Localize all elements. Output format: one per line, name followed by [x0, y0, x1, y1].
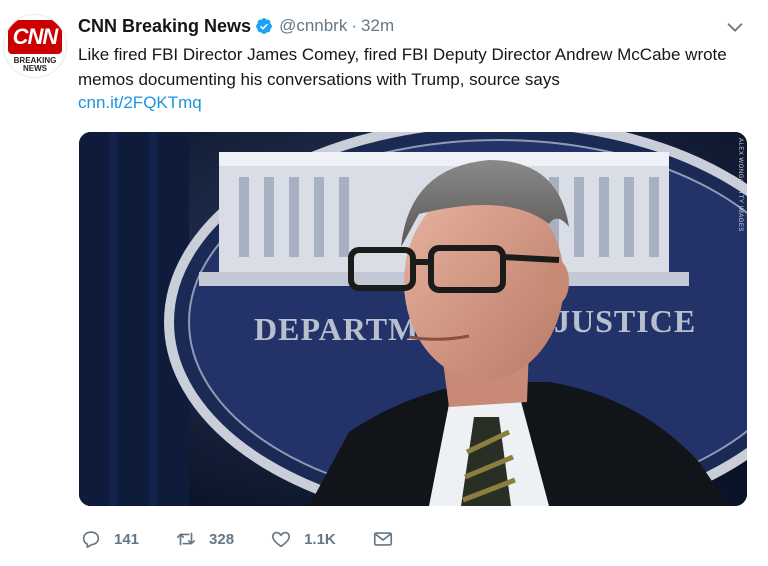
tweet-link[interactable]: cnn.it/2FQKTmq: [78, 93, 202, 113]
avatar[interactable]: CNN BREAKING NEWS: [3, 14, 67, 78]
avatar-caption-line2: NEWS: [23, 64, 47, 73]
retweet-icon: [176, 532, 196, 546]
like-count: 1.1K: [304, 530, 336, 548]
seal-text-right: JUSTICE: [554, 303, 696, 339]
separator-dot: ·: [351, 16, 358, 35]
chevron-down-icon[interactable]: [724, 16, 746, 38]
author-handle[interactable]: @cnnbrk: [279, 16, 347, 36]
direct-message-button[interactable]: [372, 528, 394, 550]
tweet-timestamp[interactable]: 32m: [361, 16, 394, 36]
heart-icon: [272, 531, 291, 548]
tweet-text: Like fired FBI Director James Comey, fir…: [78, 45, 727, 89]
like-button[interactable]: 1.1K: [270, 528, 336, 550]
tweet-actions: 141 328 1.1K: [80, 526, 430, 552]
tweet-media-photo[interactable]: DEPARTM JUSTICE ALEX WONG/GETTY IMAGES: [79, 132, 747, 506]
author-name[interactable]: CNN Breaking News: [78, 16, 251, 37]
retweet-button[interactable]: 328: [175, 528, 234, 550]
tweet: CNN BREAKING NEWS CNN Breaking News @cnn…: [0, 0, 768, 566]
avatar-caption: BREAKING NEWS: [4, 57, 66, 73]
reply-button[interactable]: 141: [80, 528, 139, 550]
photo-illustration: DEPARTM JUSTICE: [79, 132, 747, 506]
envelope-icon: [373, 532, 392, 546]
cnn-logo: CNN: [8, 20, 62, 54]
photo-credit: ALEX WONG/GETTY IMAGES: [737, 138, 743, 232]
reply-count: 141: [114, 530, 140, 548]
retweet-count: 328: [209, 530, 235, 548]
tweet-header: CNN Breaking News @cnnbrk · 32m: [78, 14, 394, 38]
verified-badge-icon: [256, 18, 272, 34]
reply-icon: [82, 531, 100, 549]
seal-text-left: DEPARTM: [254, 311, 419, 347]
